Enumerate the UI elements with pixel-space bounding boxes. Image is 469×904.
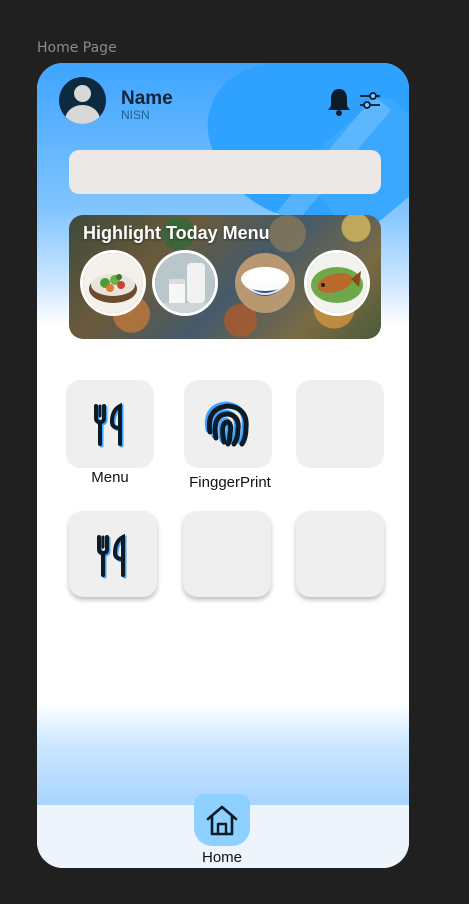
banner-title: Highlight Today Menu [83, 223, 270, 243]
home-label: Home [201, 849, 242, 866]
frame-label: Home Page [37, 40, 117, 56]
menu-button[interactable] [66, 380, 154, 468]
fingerprint-icon [204, 401, 249, 447]
bottom-gradient [37, 703, 409, 805]
menu-label: Menu [91, 469, 129, 486]
home-nav-button[interactable] [194, 794, 250, 846]
phone-screen: Name NISN Highlight Today Menu Menu Fing… [37, 63, 409, 868]
user-nisn: NISN [121, 108, 150, 122]
avatar[interactable] [59, 77, 106, 124]
avatar-body [65, 105, 100, 124]
empty-button-3[interactable] [296, 511, 384, 597]
empty-button-2[interactable] [183, 511, 271, 597]
dish-salad[interactable] [83, 253, 143, 313]
dish-grilled-fish[interactable] [307, 253, 367, 313]
avatar-head [74, 85, 91, 102]
sliders-icon[interactable] [359, 90, 381, 112]
fingerprint-label: FinggerPrint [189, 474, 271, 491]
fingerprint-button[interactable] [184, 380, 272, 468]
home-icon [206, 805, 238, 836]
dish-rice[interactable] [235, 253, 295, 313]
fork-knife-icon [94, 402, 124, 448]
user-name: Name [121, 88, 173, 109]
empty-button-1[interactable] [296, 380, 384, 468]
search-input[interactable] [69, 150, 381, 194]
fork-knife-icon [97, 533, 127, 579]
menu-button-2[interactable] [69, 511, 157, 597]
dish-milk[interactable] [155, 253, 215, 313]
highlight-banner[interactable]: Highlight Today Menu [69, 215, 381, 339]
bell-icon[interactable] [326, 87, 352, 117]
